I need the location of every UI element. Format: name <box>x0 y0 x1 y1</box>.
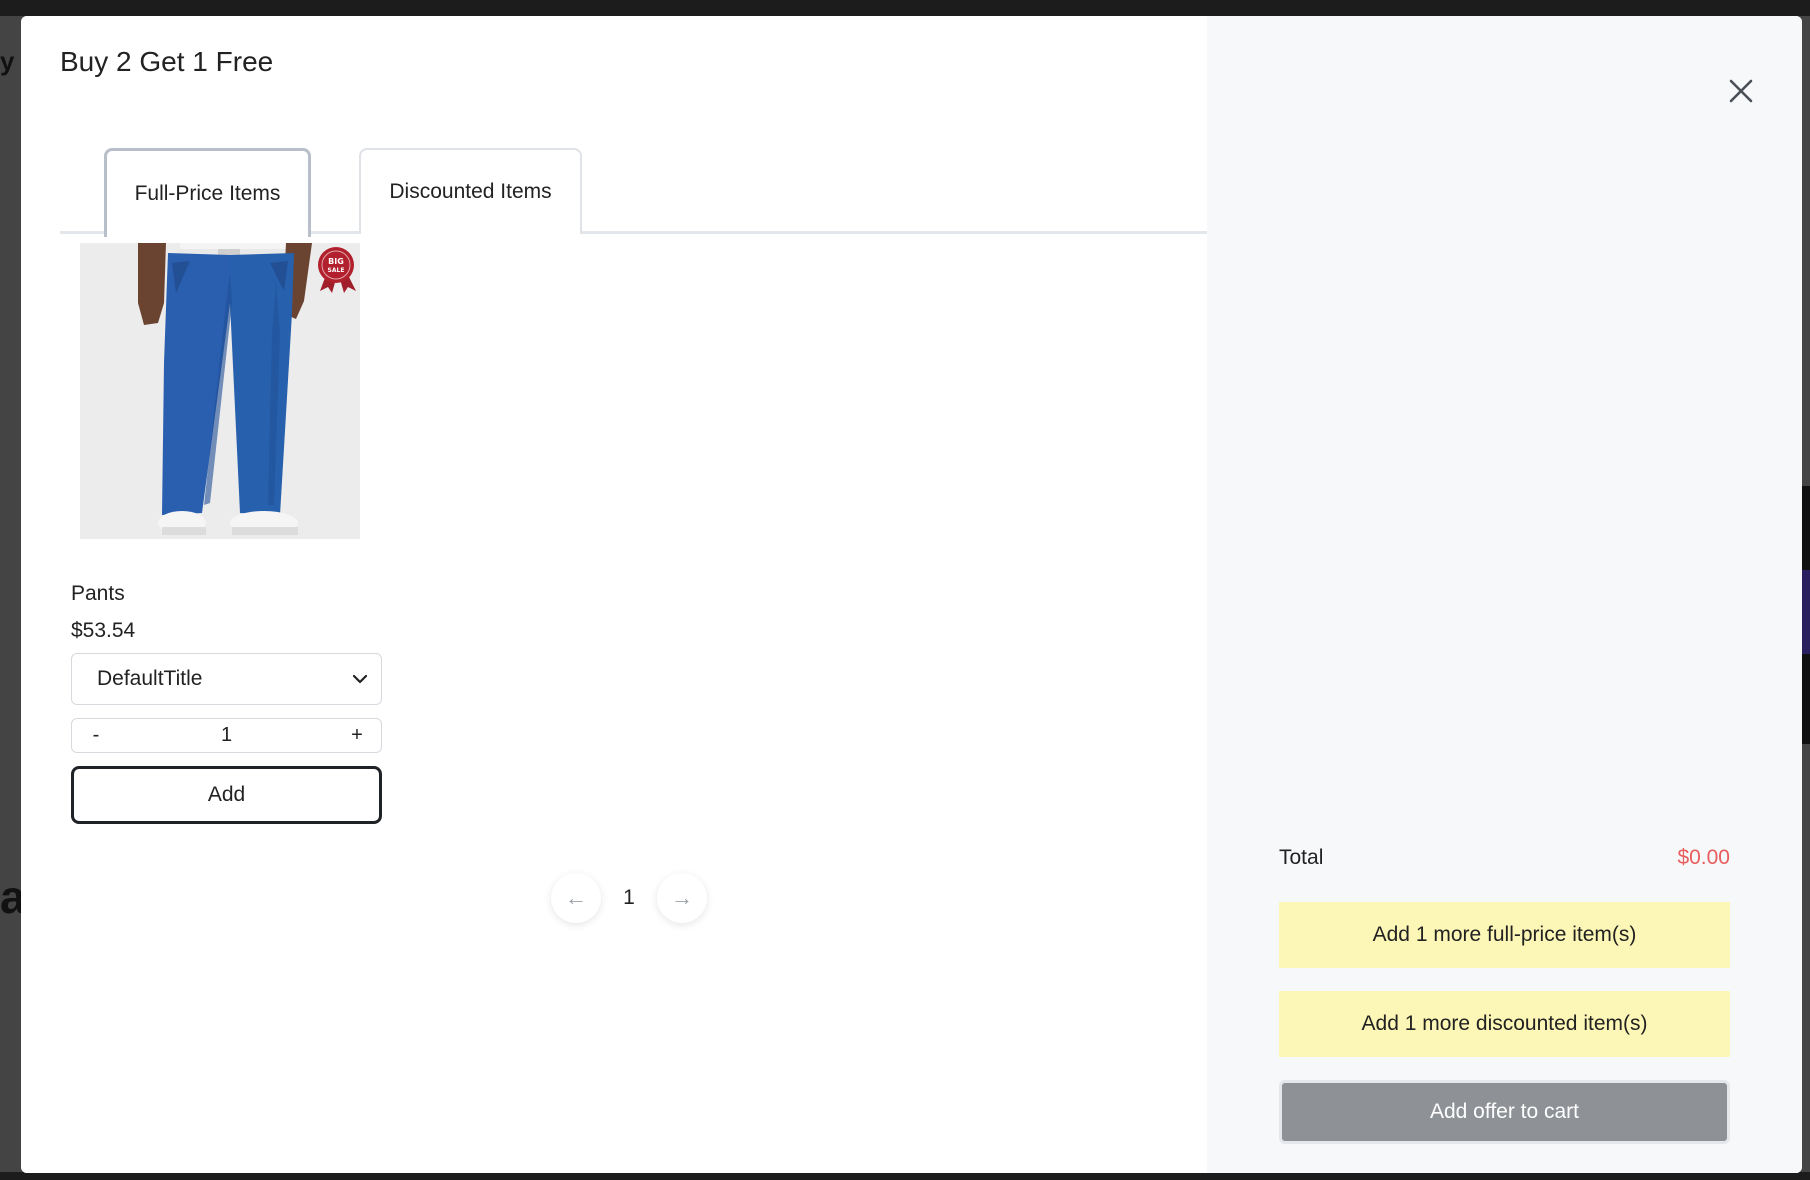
add-button[interactable]: Add <box>71 766 382 824</box>
tab-full-price-items[interactable]: Full-Price Items <box>104 148 311 237</box>
background-topbar <box>0 0 1810 16</box>
badge-line2: SALE <box>328 267 345 274</box>
total-label: Total <box>1279 846 1324 869</box>
chevron-down-icon <box>351 670 369 688</box>
prev-page-button[interactable]: ← <box>551 873 601 923</box>
product-price: $53.54 <box>71 619 136 642</box>
badge-line1: BIG <box>328 257 344 266</box>
product-panel: Buy 2 Get 1 Free Full-Price Items Discou… <box>21 16 1207 1173</box>
full-price-notice: Add 1 more full-price item(s) <box>1279 902 1730 968</box>
variant-select[interactable]: DefaultTitle <box>71 653 382 705</box>
quantity-value[interactable]: 1 <box>106 724 347 747</box>
tab-discounted-items[interactable]: Discounted Items <box>359 148 582 234</box>
tab-bar: Full-Price Items Discounted Items <box>60 132 1207 237</box>
modal-title: Buy 2 Get 1 Free <box>60 46 274 77</box>
summary-panel: Total $0.00 Add 1 more full-price item(s… <box>1207 16 1802 1173</box>
quantity-decrease-button[interactable]: - <box>86 724 106 747</box>
total-value: $0.00 <box>1677 846 1730 869</box>
background-text-fragment: y <box>0 46 15 76</box>
add-offer-to-cart-button[interactable]: Add offer to cart <box>1279 1080 1730 1144</box>
big-sale-badge-icon: BIG SALE <box>318 247 356 293</box>
quantity-increase-button[interactable]: + <box>347 724 367 747</box>
pagination: ← 1 → <box>551 873 707 923</box>
next-page-button[interactable]: → <box>657 873 707 923</box>
product-image[interactable]: BIG SALE <box>80 243 360 539</box>
quantity-stepper: - 1 + <box>71 718 382 753</box>
close-icon[interactable] <box>1724 74 1758 108</box>
product-name: Pants <box>71 582 125 605</box>
total-row: Total $0.00 <box>1279 846 1730 870</box>
variant-select-value: DefaultTitle <box>97 667 203 690</box>
discounted-notice: Add 1 more discounted item(s) <box>1279 991 1730 1057</box>
current-page: 1 <box>623 886 635 909</box>
background-bottombar <box>0 1172 1810 1180</box>
offer-modal: Buy 2 Get 1 Free Full-Price Items Discou… <box>21 16 1802 1173</box>
